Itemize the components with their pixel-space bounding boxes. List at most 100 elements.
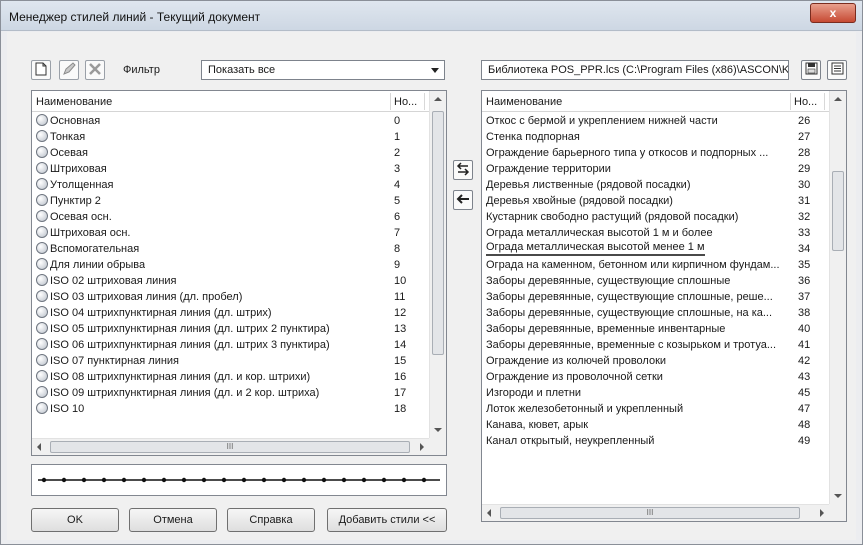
- new-style-button[interactable]: [31, 60, 51, 80]
- list-item[interactable]: Ограда на каменном, бетонном или кирпичн…: [482, 257, 829, 273]
- scroll-up-icon[interactable]: [834, 97, 842, 101]
- column-number-header[interactable]: Но...: [394, 96, 417, 108]
- list-item[interactable]: Стенка подпорная 27: [482, 129, 829, 145]
- column-name-header[interactable]: Наименование: [36, 96, 112, 108]
- list-item[interactable]: Изгороди и плетни 45: [482, 385, 829, 401]
- list-item[interactable]: Лоток железобетонный и укрепленный 47: [482, 401, 829, 417]
- scroll-right-icon[interactable]: [820, 509, 824, 517]
- scroll-down-icon[interactable]: [434, 428, 442, 432]
- library-save-button[interactable]: [801, 60, 821, 80]
- preview-dot: [341, 477, 347, 483]
- list-item[interactable]: Заборы деревянные, существующие сплошные…: [482, 289, 829, 305]
- list-item[interactable]: Ограждение территории 29: [482, 161, 829, 177]
- library-styles-list[interactable]: Наименование Но... Откос с бермой и укре…: [481, 90, 847, 522]
- dialog-window: Менеджер стилей линий - Текущий документ…: [0, 0, 863, 545]
- copy-styles-button[interactable]: [453, 160, 473, 180]
- preview-dot: [261, 477, 267, 483]
- list-item[interactable]: Штриховая осн. 7: [32, 225, 429, 241]
- vertical-scrollbar[interactable]: [429, 91, 446, 438]
- move-style-left-button[interactable]: [453, 190, 473, 210]
- column-name-header[interactable]: Наименование: [486, 96, 562, 108]
- list-item[interactable]: ISO 05 штрихпунктирная линия (дл. штрих …: [32, 321, 429, 337]
- list-item[interactable]: Откос с бермой и укреплением нижней част…: [482, 113, 829, 129]
- list-item-name: ISO 10: [36, 401, 84, 417]
- list-item[interactable]: Основная 0: [32, 113, 429, 129]
- list-item[interactable]: Кустарник свободно растущий (рядовой пос…: [482, 209, 829, 225]
- help-button[interactable]: Справка: [227, 508, 315, 532]
- list-item-label: Вспомогательная: [50, 243, 140, 255]
- list-item[interactable]: Пунктир 2 5: [32, 193, 429, 209]
- edit-style-button[interactable]: [59, 60, 79, 80]
- column-separator: [790, 93, 791, 110]
- hscroll-thumb[interactable]: III: [500, 507, 800, 519]
- ok-button[interactable]: OK: [31, 508, 119, 532]
- line-style-icon: [36, 194, 48, 206]
- list-item-number: 9: [394, 259, 401, 271]
- library-path-field[interactable]: Библиотека POS_PPR.lcs (C:\Program Files…: [481, 60, 789, 80]
- list-item[interactable]: Для линии обрыва 9: [32, 257, 429, 273]
- scroll-right-icon[interactable]: [420, 443, 424, 451]
- list-item[interactable]: ISO 08 штрихпунктирная линия (дл. и кор.…: [32, 369, 429, 385]
- list-item-label: Деревья хвойные (рядовой посадки): [486, 195, 673, 207]
- list-item[interactable]: Осевая осн. 6: [32, 209, 429, 225]
- list-item[interactable]: ISO 02 штриховая линия 10: [32, 273, 429, 289]
- current-styles-list[interactable]: Наименование Но... Основная 0 Тонкая 1 Осева…: [31, 90, 447, 456]
- list-item-label: Заборы деревянные, существующие сплошные: [486, 275, 731, 287]
- list-item[interactable]: Деревья лиственные (рядовой посадки) 30: [482, 177, 829, 193]
- list-item[interactable]: Тонкая 1: [32, 129, 429, 145]
- horizontal-scrollbar[interactable]: III: [482, 504, 829, 521]
- list-item[interactable]: Заборы деревянные, временные с козырьком…: [482, 337, 829, 353]
- list-item[interactable]: ISO 06 штрихпунктирная линия (дл. штрих …: [32, 337, 429, 353]
- column-separator: [390, 93, 391, 110]
- list-item[interactable]: Штриховая 3: [32, 161, 429, 177]
- list-item-number: 28: [798, 147, 811, 159]
- list-item[interactable]: Ограждение барьерного типа у откосов и п…: [482, 145, 829, 161]
- cancel-button[interactable]: Отмена: [129, 508, 217, 532]
- list-item[interactable]: ISO 07 пунктирная линия 15: [32, 353, 429, 369]
- scroll-down-icon[interactable]: [834, 494, 842, 498]
- preview-dot: [241, 477, 247, 483]
- list-item-name: Штриховая: [36, 161, 107, 177]
- add-styles-button[interactable]: Добавить стили <<: [327, 508, 447, 532]
- list-item[interactable]: Деревья хвойные (рядовой посадки) 31: [482, 193, 829, 209]
- list-item[interactable]: Осевая 2: [32, 145, 429, 161]
- horizontal-scrollbar[interactable]: III: [32, 438, 429, 455]
- list-item-name: ISO 02 штриховая линия: [36, 273, 177, 289]
- list-item-label: Стенка подпорная: [486, 131, 580, 143]
- vertical-scrollbar[interactable]: [829, 91, 846, 504]
- list-item[interactable]: Канал открытый, неукрепленный 49: [482, 433, 829, 449]
- list-item[interactable]: ISO 10 18: [32, 401, 429, 417]
- preview-dot: [141, 477, 147, 483]
- list-item[interactable]: Заборы деревянные, временные инвентарные…: [482, 321, 829, 337]
- list-item[interactable]: Канава, кювет, арык 48: [482, 417, 829, 433]
- close-button[interactable]: x: [810, 3, 856, 23]
- list-item[interactable]: ISO 04 штрихпунктирная линия (дл. штрих)…: [32, 305, 429, 321]
- list-item-name: Заборы деревянные, существующие сплошные…: [486, 289, 773, 305]
- list-item[interactable]: Заборы деревянные, существующие сплошные…: [482, 305, 829, 321]
- filter-dropdown[interactable]: Показать все: [201, 60, 445, 80]
- list-item[interactable]: Ограда металлическая высотой менее 1 м 34: [482, 241, 829, 257]
- list-item[interactable]: Ограждение из колючей проволоки 42: [482, 353, 829, 369]
- list-item[interactable]: Заборы деревянные, существующие сплошные…: [482, 273, 829, 289]
- list-item[interactable]: Ограждение из проволочной сетки 43: [482, 369, 829, 385]
- scroll-thumb[interactable]: [432, 111, 444, 355]
- preview-dot: [301, 477, 307, 483]
- list-item[interactable]: Ограда металлическая высотой 1 м и более…: [482, 225, 829, 241]
- scroll-up-icon[interactable]: [434, 97, 442, 101]
- list-item-label: Канал открытый, неукрепленный: [486, 435, 655, 447]
- hscroll-thumb[interactable]: III: [50, 441, 410, 453]
- list-item[interactable]: Вспомогательная 8: [32, 241, 429, 257]
- list-item[interactable]: ISO 09 штрихпунктирная линия (дл. и 2 ко…: [32, 385, 429, 401]
- list-item-number: 6: [394, 211, 401, 223]
- preview-dot: [121, 477, 127, 483]
- title-bar[interactable]: Менеджер стилей линий - Текущий документ…: [1, 1, 862, 31]
- scroll-left-icon[interactable]: [487, 509, 491, 517]
- scroll-thumb[interactable]: [832, 171, 844, 251]
- list-item[interactable]: ISO 03 штриховая линия (дл. пробел) 11: [32, 289, 429, 305]
- library-list-button[interactable]: [827, 60, 847, 80]
- list-item[interactable]: Утолщенная 4: [32, 177, 429, 193]
- column-number-header[interactable]: Но...: [794, 96, 817, 108]
- delete-style-button[interactable]: [85, 60, 105, 80]
- line-style-icon: [36, 258, 48, 270]
- scroll-left-icon[interactable]: [37, 443, 41, 451]
